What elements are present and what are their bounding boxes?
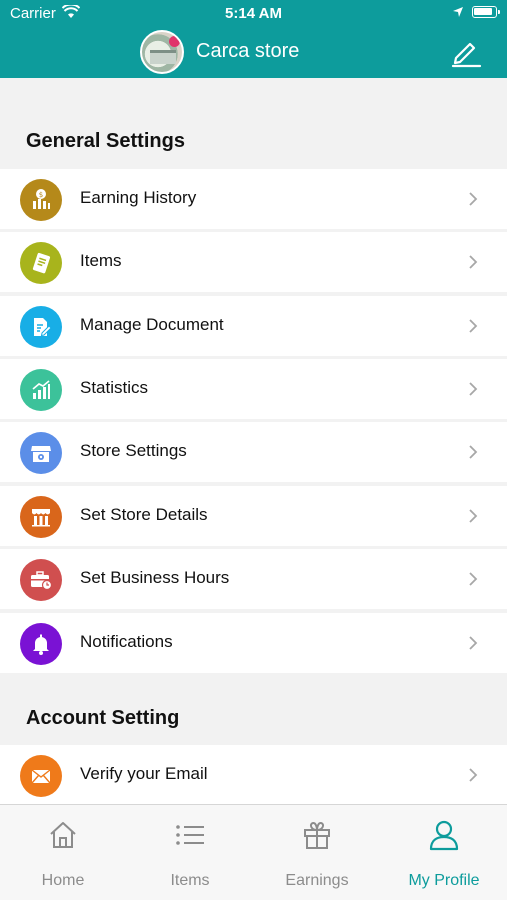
bell-icon	[20, 623, 62, 665]
user-icon	[429, 820, 459, 851]
home-icon	[50, 822, 76, 848]
earning-history-icon: $	[20, 179, 62, 221]
menu-row-verify-email[interactable]: Verify your Email	[0, 745, 507, 805]
svg-text:$: $	[39, 191, 43, 199]
envelope-icon	[20, 755, 62, 797]
document-icon	[20, 306, 62, 348]
menu-label: Verify your Email	[80, 764, 208, 783]
menu-row-notifications[interactable]: Notifications	[0, 613, 507, 673]
menu-label: Manage Document	[80, 315, 224, 334]
status-bar: Carrier 5:14 AM	[0, 0, 507, 26]
app-header: Carrier 5:14 AM Carca store	[0, 0, 507, 78]
edit-icon[interactable]	[450, 38, 482, 68]
tab-items[interactable]: Items	[127, 805, 253, 900]
tab-home[interactable]: Home	[0, 805, 126, 900]
menu-row-manage-document[interactable]: Manage Document	[0, 296, 507, 356]
storefront-icon	[20, 496, 62, 538]
menu-label: Store Settings	[80, 441, 187, 460]
chevron-right-icon	[469, 509, 478, 523]
tab-label: Items	[170, 872, 210, 889]
menu-row-set-store-details[interactable]: Set Store Details	[0, 486, 507, 546]
tab-label: My Profile	[408, 872, 480, 889]
store-avatar[interactable]	[140, 30, 184, 74]
menu-label: Earning History	[80, 188, 197, 207]
chevron-right-icon	[469, 255, 478, 269]
chevron-right-icon	[469, 192, 478, 206]
chevron-right-icon	[469, 636, 478, 650]
menu-row-statistics[interactable]: Statistics	[0, 359, 507, 419]
briefcase-clock-icon	[20, 559, 62, 601]
general-settings-title: General Settings	[26, 130, 185, 152]
menu-row-items[interactable]: Items	[0, 232, 507, 292]
menu-label: Items	[80, 251, 122, 270]
chevron-right-icon	[469, 445, 478, 459]
tab-label: Earnings	[285, 872, 349, 889]
menu-row-set-business-hours[interactable]: Set Business Hours	[0, 549, 507, 609]
gift-icon	[304, 822, 330, 849]
chevron-right-icon	[469, 319, 478, 333]
tab-my-profile[interactable]: My Profile	[381, 805, 507, 900]
list-icon	[176, 825, 204, 845]
menu-label: Statistics	[80, 378, 149, 397]
tab-earnings[interactable]: Earnings	[254, 805, 380, 900]
menu-label: Set Store Details	[80, 505, 208, 524]
chevron-right-icon	[469, 572, 478, 586]
status-time: 5:14 AM	[225, 5, 282, 22]
account-setting-title: Account Setting	[26, 707, 180, 729]
battery-icon	[472, 6, 500, 18]
menu-label: Notifications	[80, 632, 173, 651]
menu-row-store-settings[interactable]: Store Settings	[0, 422, 507, 482]
store-name: Carca store	[196, 40, 300, 62]
menu-label: Set Business Hours	[80, 568, 230, 587]
items-icon	[20, 242, 62, 284]
chevron-right-icon	[469, 382, 478, 396]
tab-label: Home	[41, 872, 85, 889]
location-icon	[453, 7, 463, 17]
statistics-icon	[20, 369, 62, 411]
menu-row-earning-history[interactable]: $ Earning History	[0, 169, 507, 229]
chevron-right-icon	[469, 768, 478, 782]
store-icon	[20, 432, 62, 474]
tab-bar: Home Items Earnings My Profile	[0, 804, 507, 900]
